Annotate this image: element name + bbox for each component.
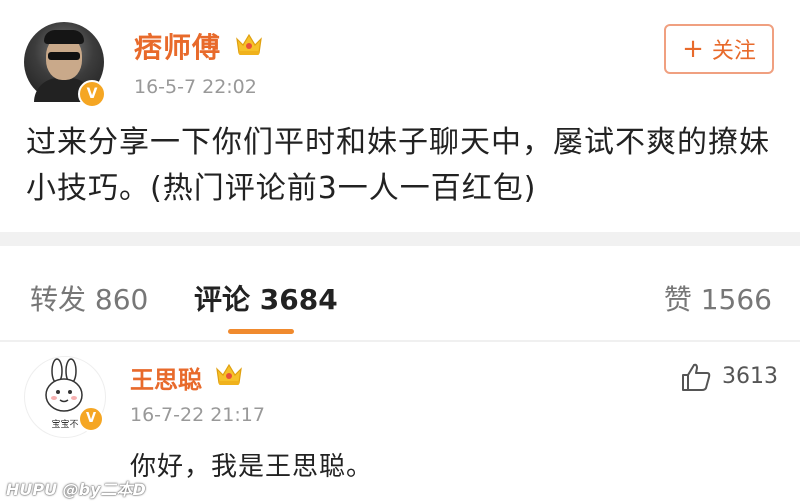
- post-body-text: 过来分享一下你们平时和妹子聊天中，屡试不爽的撩妹小技巧。(热门评论前3一人一百红…: [26, 125, 770, 206]
- comment-timestamp: 16-7-22 21:17: [130, 404, 265, 426]
- weibo-post-page: V 痞师傅 16-5-7 22:02 + 关注 过来分享一下你们平时和妹子聊天中…: [0, 0, 800, 503]
- comment-like-count: 3613: [722, 364, 778, 389]
- plus-icon: +: [682, 34, 704, 64]
- verified-v-icon: V: [78, 80, 106, 108]
- tab-comments[interactable]: 评论 3684: [194, 278, 338, 318]
- avatar-glasses-shape: [48, 52, 80, 60]
- verified-v-icon: V: [78, 406, 104, 432]
- section-separator: [0, 232, 800, 246]
- comment-text: 你好，我是王思聪。: [130, 452, 374, 482]
- tab-divider: [0, 340, 800, 342]
- post-timestamp: 16-5-7 22:02: [134, 76, 257, 98]
- post-author-name[interactable]: 痞师傅: [134, 26, 221, 66]
- active-tab-indicator: [228, 329, 294, 334]
- thumbs-up-icon[interactable]: [680, 362, 712, 392]
- crown-icon: [236, 33, 262, 55]
- crown-icon: [216, 363, 242, 385]
- tab-repost[interactable]: 转发 860: [30, 278, 148, 318]
- avatar-hair-shape: [44, 30, 84, 44]
- comment-author-name[interactable]: 王思聪: [130, 360, 202, 395]
- follow-button-label: 关注: [711, 39, 756, 64]
- watermark: HUPU @by二本D: [6, 480, 146, 499]
- tab-likes[interactable]: 赞 1566: [664, 278, 772, 318]
- follow-button[interactable]: + 关注: [664, 24, 774, 74]
